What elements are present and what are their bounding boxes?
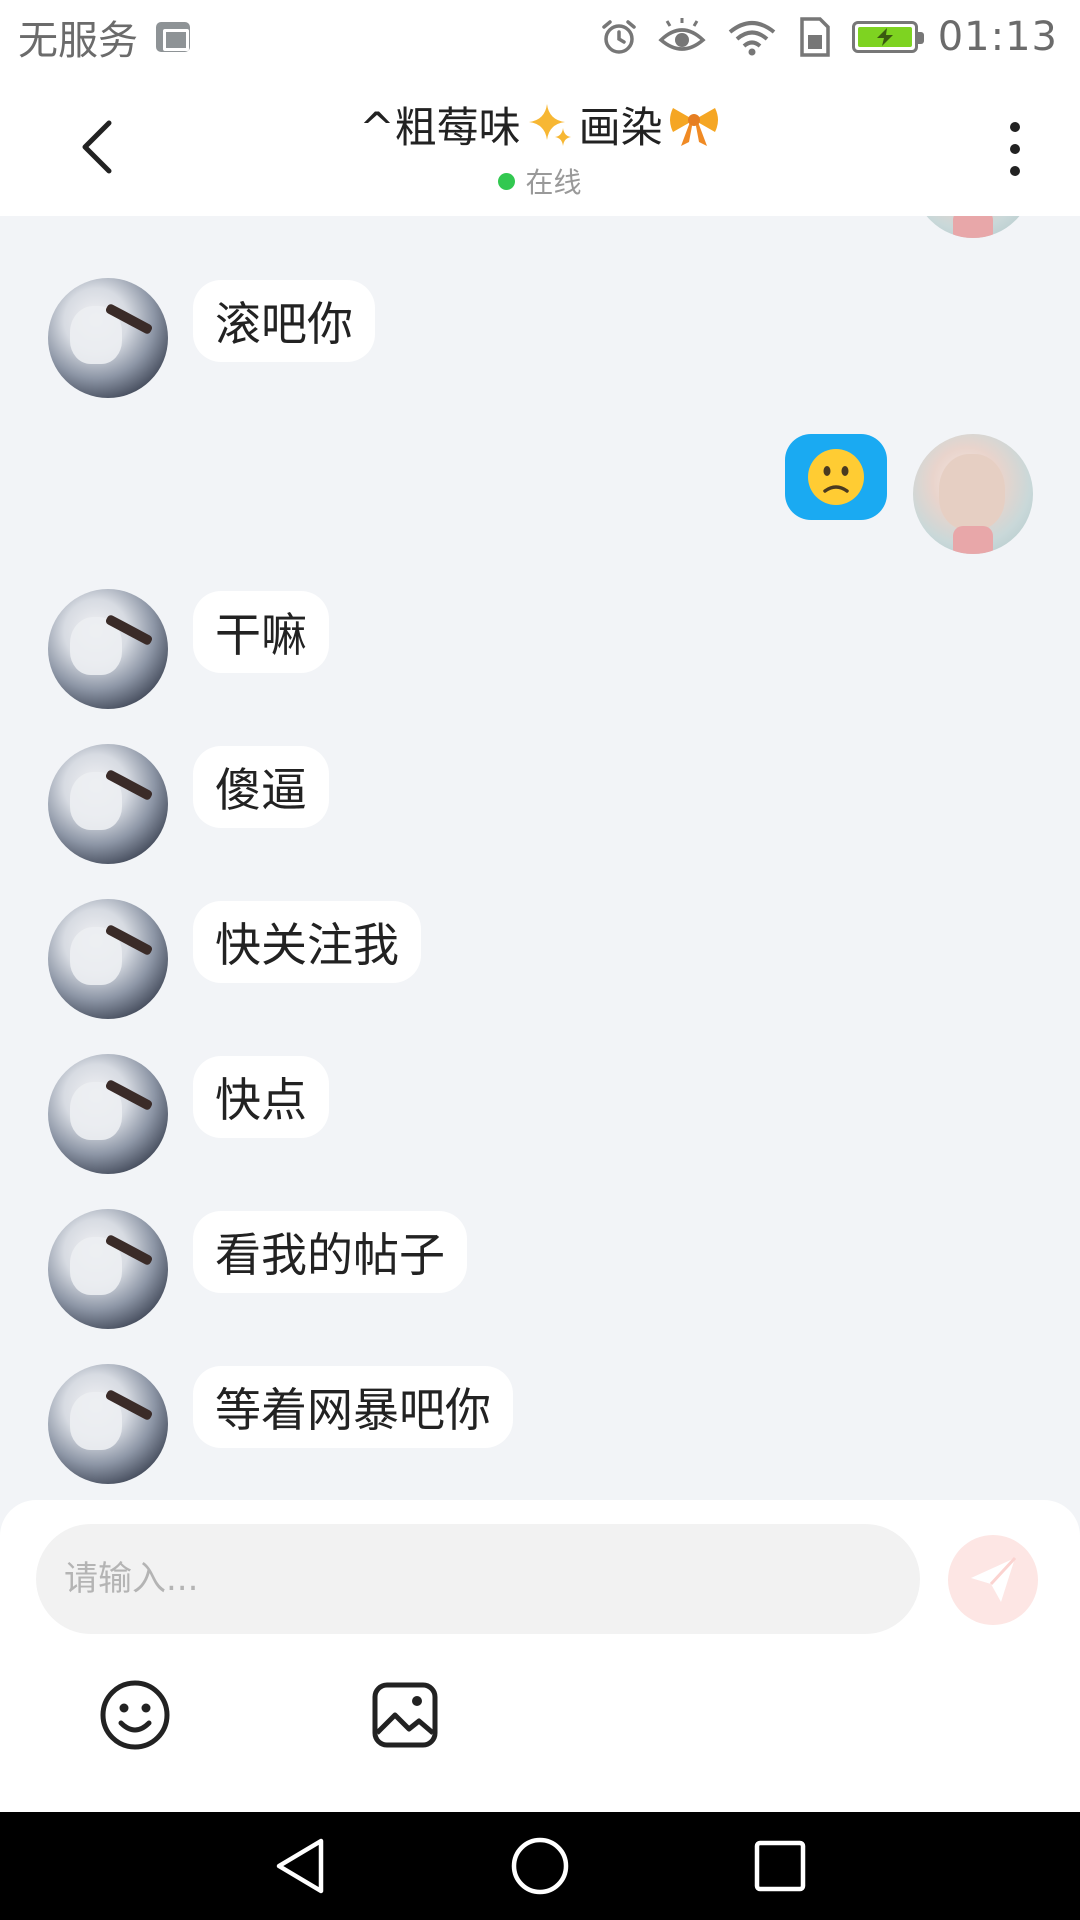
nav-recents-icon (754, 1840, 806, 1892)
self-avatar[interactable] (913, 216, 1033, 238)
nav-home-icon (511, 1837, 569, 1895)
send-button[interactable] (948, 1535, 1038, 1625)
online-text: 在线 (525, 166, 582, 199)
message-input[interactable] (36, 1524, 920, 1634)
title-block: ^粗莓味 画染 在线 (0, 94, 1080, 201)
battery-level (857, 27, 912, 47)
system-nav-bar (0, 1812, 1080, 1920)
contact-avatar[interactable] (48, 1209, 168, 1329)
nav-back-icon (276, 1838, 324, 1894)
emoji-button[interactable] (98, 1678, 172, 1752)
message-bubble[interactable]: 干嘛 (193, 591, 329, 673)
contact-avatar[interactable] (48, 589, 168, 709)
smiley-icon (100, 1680, 170, 1750)
wifi-icon (726, 18, 778, 56)
contact-avatar[interactable] (48, 278, 168, 398)
self-avatar[interactable] (913, 434, 1033, 554)
more-dot (1010, 144, 1020, 154)
contact-avatar[interactable] (48, 899, 168, 1019)
chat-header: ^粗莓味 画染 在线 (0, 74, 1080, 216)
contact-name-suffix: 画染 (578, 103, 663, 152)
message-bubble[interactable]: 等着网暴吧你 (193, 1366, 513, 1448)
contact-name: ^粗莓味 (359, 103, 521, 152)
clock: 01:13 (937, 14, 1058, 60)
bow-icon (669, 107, 718, 146)
battery-charging-icon (851, 21, 924, 53)
message-bubble[interactable]: 滚吧你 (193, 280, 375, 362)
status-right: 01:13 (600, 14, 1058, 60)
online-status: 在线 (0, 161, 1080, 201)
image-button[interactable] (368, 1678, 442, 1752)
message-bubble[interactable]: 快关注我 (193, 901, 421, 983)
contact-avatar[interactable] (48, 1364, 168, 1484)
status-bar: 无服务 01:13 (0, 0, 1080, 74)
nav-recents-button[interactable] (750, 1836, 810, 1896)
chat-title: ^粗莓味 画染 (359, 94, 720, 155)
contact-avatar[interactable] (48, 744, 168, 864)
more-options-button[interactable] (990, 114, 1040, 184)
eye-icon (658, 18, 706, 56)
message-bubble[interactable]: 傻逼 (193, 746, 329, 828)
status-left: 无服务 (18, 8, 190, 66)
image-icon (372, 1682, 438, 1748)
paper-plane-icon (971, 1556, 1017, 1602)
more-dot (1010, 166, 1020, 176)
confused-face-icon (808, 449, 864, 505)
sparkle-icon (528, 103, 571, 146)
composer-panel (0, 1500, 1080, 1812)
online-dot (498, 172, 516, 190)
message-list[interactable]: 滚吧你 干嘛 傻逼 快关注我 快点 看我的帖子 等着网暴吧你 (0, 216, 1080, 1500)
nav-home-button[interactable] (510, 1836, 570, 1896)
message-bubble[interactable]: 看我的帖子 (193, 1211, 467, 1293)
alarm-icon (600, 18, 638, 56)
image-notification-icon (156, 22, 190, 52)
message-bubble[interactable]: 快点 (193, 1056, 329, 1138)
nav-back-button[interactable] (270, 1836, 330, 1896)
carrier-text: 无服务 (18, 18, 138, 64)
contact-avatar[interactable] (48, 1054, 168, 1174)
emoji-message-bubble[interactable] (785, 434, 887, 520)
more-vertical-icon (1010, 122, 1020, 132)
sim-icon (798, 17, 832, 57)
